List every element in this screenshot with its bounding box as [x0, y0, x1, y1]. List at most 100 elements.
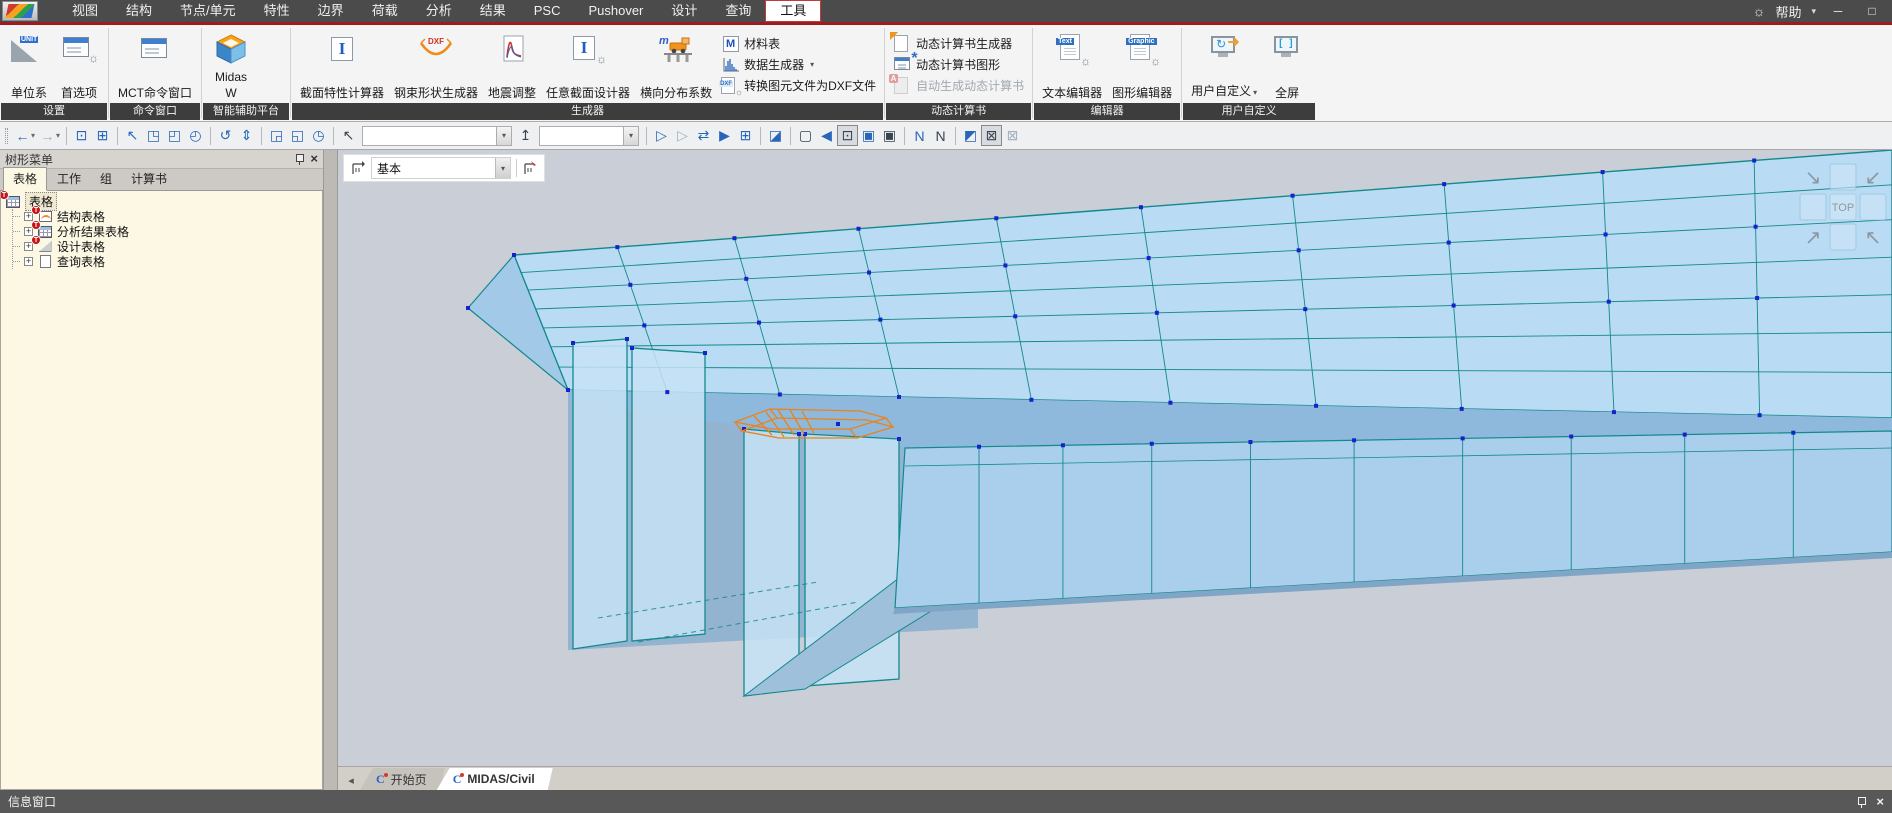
- menu-item-9[interactable]: Pushover: [574, 0, 657, 22]
- ribbon-button-unit-system[interactable]: UNIT单位系: [5, 27, 53, 102]
- unselect-window-icon[interactable]: ◲: [266, 125, 287, 146]
- menu-item-3[interactable]: 特性: [250, 0, 304, 22]
- view-cube-face[interactable]: [1830, 164, 1856, 190]
- plane-select-icon[interactable]: ↥: [515, 125, 536, 146]
- menu-item-7[interactable]: 结果: [466, 0, 520, 22]
- selection-filter-combo[interactable]: ▾: [362, 126, 512, 146]
- pin-icon[interactable]: [295, 153, 304, 165]
- tab-scroll-left-icon[interactable]: ◂: [342, 770, 360, 790]
- select-icon[interactable]: ↖: [122, 125, 143, 146]
- select-intersect-icon[interactable]: ↺: [215, 125, 236, 146]
- select-circle-icon[interactable]: ◴: [185, 125, 206, 146]
- tree-item-0[interactable]: +T结构表格: [13, 209, 322, 224]
- ribbon-button-midas-cube[interactable]: MidasW: [207, 27, 255, 102]
- tree-item-3[interactable]: +查询表格: [13, 254, 322, 269]
- dynamic-view-icon[interactable]: ◀: [816, 125, 837, 146]
- activate-icon[interactable]: ▷: [651, 125, 672, 146]
- ribbon-button-dxf-convert[interactable]: DXF☼转换图元文件为DXF文件: [721, 77, 876, 95]
- activate-identity-icon[interactable]: ⇄: [693, 125, 714, 146]
- status-pin-icon[interactable]: [1857, 796, 1866, 808]
- view-cube-face[interactable]: [1830, 224, 1856, 250]
- menu-item-2[interactable]: 节点/单元: [166, 0, 250, 22]
- panel-tab-1[interactable]: 工作: [48, 168, 90, 190]
- ribbon-button-section-designer[interactable]: I☼任意截面设计器: [542, 27, 634, 102]
- view-back-icon[interactable]: ←: [12, 125, 33, 146]
- ucs-combo-caret-icon[interactable]: ▾: [495, 158, 510, 178]
- model-lock-icon[interactable]: ⊠: [981, 125, 1002, 146]
- unselect-circle-icon[interactable]: ◷: [308, 125, 329, 146]
- window-tab-0[interactable]: C开始页: [360, 768, 445, 790]
- ribbon-button-data-generator[interactable]: 数据生成器▾: [721, 56, 876, 74]
- activate-all-icon[interactable]: ▶: [714, 125, 735, 146]
- select-polygon-icon[interactable]: ◰: [164, 125, 185, 146]
- plane-filter-combo[interactable]: ▾: [539, 126, 639, 146]
- ucs-combo[interactable]: 基本 ▾: [371, 157, 511, 179]
- menu-item-6[interactable]: 分析: [412, 0, 466, 22]
- deactivate-icon[interactable]: ▷: [672, 125, 693, 146]
- menu-item-1[interactable]: 结构: [112, 0, 166, 22]
- view-cube-arrow-icon[interactable]: ↘: [1805, 167, 1822, 189]
- view-cube-arrow-icon[interactable]: ↙: [1865, 167, 1882, 189]
- ribbon-button-text-editor[interactable]: Text☼文本编辑器: [1038, 27, 1106, 102]
- panel-close-icon[interactable]: ×: [310, 153, 318, 165]
- window-tab-1[interactable]: CMIDAS/Civil: [437, 768, 553, 790]
- panel-tab-3[interactable]: 计算书: [122, 168, 176, 190]
- menu-item-11[interactable]: 查询: [711, 0, 765, 22]
- select-window-icon[interactable]: ◳: [143, 125, 164, 146]
- capture-image-icon[interactable]: ⊡: [71, 125, 92, 146]
- ribbon-button-user-custom[interactable]: ↻用户自定义▾: [1187, 27, 1261, 102]
- deck-top-surface[interactable]: [514, 150, 1892, 418]
- help-caret-icon[interactable]: ▾: [1811, 6, 1816, 17]
- combo-caret-icon[interactable]: ▾: [496, 127, 511, 145]
- model-canvas[interactable]: TOP↘↙↗↖: [338, 150, 1892, 766]
- settings-gear-icon[interactable]: ☼: [1753, 3, 1766, 19]
- panel-tab-2[interactable]: 组: [91, 168, 121, 190]
- menu-item-10[interactable]: 设计: [657, 0, 711, 22]
- view-cube-face[interactable]: [1800, 194, 1826, 220]
- view-back-icon-caret[interactable]: ▾: [31, 131, 35, 140]
- active-window-icon[interactable]: ⊞: [735, 125, 756, 146]
- ribbon-button-seismic-adjust[interactable]: 地震调整: [484, 27, 540, 102]
- tree-root-row[interactable]: T 表格: [5, 194, 322, 209]
- menu-item-12[interactable]: 工具: [765, 0, 821, 22]
- result-lock-icon[interactable]: ⊠: [1002, 125, 1023, 146]
- named-plane-icon[interactable]: [522, 160, 538, 176]
- expand-icon[interactable]: +: [24, 257, 33, 266]
- tree-item-1[interactable]: +T分析结果表格: [13, 224, 322, 239]
- ribbon-button-lateral-distribution[interactable]: m横向分布系数: [636, 27, 716, 102]
- render-option-icon[interactable]: ▣: [879, 125, 900, 146]
- view-cube-arrow-icon[interactable]: ↗: [1805, 227, 1822, 249]
- select-plate-icon[interactable]: ⇕: [236, 125, 257, 146]
- app-logo-icon[interactable]: [2, 1, 38, 21]
- view-cube-arrow-icon[interactable]: ↖: [1865, 227, 1882, 249]
- menu-item-0[interactable]: 视图: [58, 0, 112, 22]
- ucs-icon[interactable]: [350, 160, 366, 176]
- node-number-icon[interactable]: N: [909, 125, 930, 146]
- menu-item-8[interactable]: PSC: [520, 0, 575, 22]
- model-viewport[interactable]: TOP↘↙↗↖ 基本 ▾: [338, 150, 1892, 766]
- inverse-active-icon[interactable]: ◪: [765, 125, 786, 146]
- combo-caret-icon[interactable]: ▾: [623, 127, 638, 145]
- view-forward-icon-caret[interactable]: ▾: [56, 131, 60, 140]
- tree-item-2[interactable]: +T设计表格: [13, 239, 322, 254]
- element-number-icon[interactable]: N: [930, 125, 951, 146]
- status-close-icon[interactable]: ×: [1876, 796, 1884, 808]
- display-tree-icon[interactable]: ⊞: [92, 125, 113, 146]
- ribbon-button-preferences[interactable]: ☼首选项: [55, 27, 103, 102]
- zoom-window-icon[interactable]: ▢: [795, 125, 816, 146]
- view-forward-icon[interactable]: →: [37, 125, 58, 146]
- ribbon-button-graphic-editor[interactable]: Graphic☼图形编辑器: [1108, 27, 1176, 102]
- hidden-surface-icon[interactable]: ⊡: [837, 125, 858, 146]
- ribbon-button-fullscreen[interactable]: [ ]全屏: [1263, 27, 1311, 102]
- minimize-button[interactable]: ─: [1826, 4, 1850, 18]
- menu-item-4[interactable]: 边界: [304, 0, 358, 22]
- panel-splitter[interactable]: [324, 150, 338, 790]
- pick-select-icon[interactable]: ↖: [338, 125, 359, 146]
- ribbon-button-mct-command[interactable]: MCT命令窗口: [114, 27, 196, 102]
- view-cube-face[interactable]: [1860, 194, 1886, 220]
- restore-button[interactable]: □: [1860, 4, 1884, 18]
- fast-query-icon[interactable]: ◩: [960, 125, 981, 146]
- help-button[interactable]: 帮助: [1775, 2, 1801, 21]
- ribbon-button-section-calculator[interactable]: I截面特性计算器: [296, 27, 388, 102]
- ribbon-button-tendon-generator[interactable]: DXF钢束形状生成器: [390, 27, 482, 102]
